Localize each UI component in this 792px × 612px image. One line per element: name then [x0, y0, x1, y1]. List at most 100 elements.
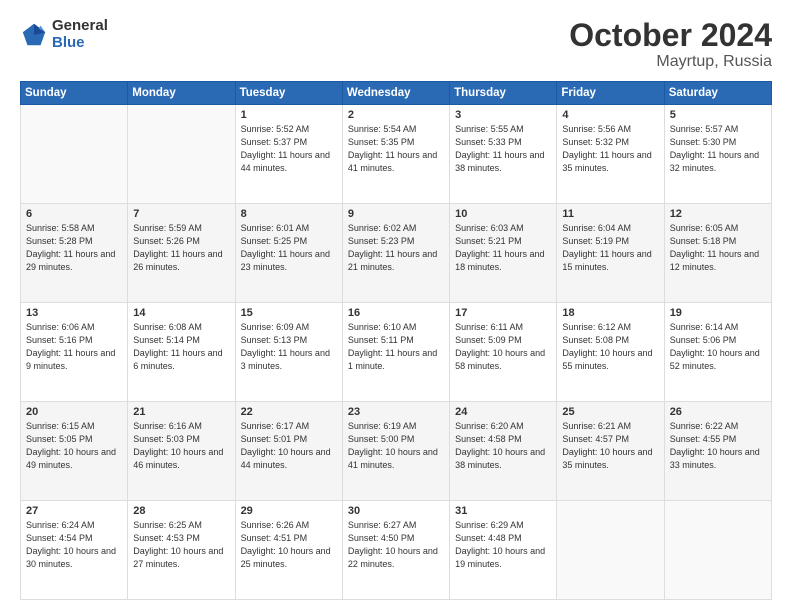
day-number: 29 [241, 505, 337, 517]
calendar-cell: 14 Sunrise: 6:08 AM Sunset: 5:14 PM Dayli… [128, 303, 235, 402]
calendar-cell: 29Sunrise: 6:26 AM Sunset: 4:51 PM Dayli… [235, 501, 342, 600]
calendar-cell: 15 Sunrise: 6:09 AM Sunset: 5:13 PM Dayli… [235, 303, 342, 402]
day-info: Sunrise: 6:09 AM Sunset: 5:13 PM Dayligh… [241, 321, 337, 373]
calendar-cell [557, 501, 664, 600]
calendar-table: SundayMondayTuesdayWednesdayThursdayFrid… [20, 81, 772, 600]
day-number: 5 [670, 109, 766, 121]
day-info: Sunrise: 6:06 AM Sunset: 5:16 PM Dayligh… [26, 321, 122, 373]
weekday-header: Sunday [21, 82, 128, 105]
calendar-cell [21, 105, 128, 204]
calendar-cell: 26 Sunrise: 6:22 AM Sunset: 4:55 PM Dayli… [664, 402, 771, 501]
day-info: Sunrise: 6:14 AM Sunset: 5:06 PM Dayligh… [670, 321, 766, 373]
weekday-header: Wednesday [342, 82, 449, 105]
day-info: Sunrise: 5:58 AM Sunset: 5:28 PM Dayligh… [26, 222, 122, 274]
day-info: Sunrise: 6:16 AM Sunset: 5:03 PM Dayligh… [133, 420, 229, 472]
day-number: 31 [455, 505, 551, 517]
day-info: Sunrise: 6:01 AM Sunset: 5:25 PM Dayligh… [241, 222, 337, 274]
calendar-cell: 27 Sunrise: 6:24 AM Sunset: 4:54 PM Dayli… [21, 501, 128, 600]
day-info: Sunrise: 6:17 AM Sunset: 5:01 PM Dayligh… [241, 420, 337, 472]
day-info: Sunrise: 6:27 AM Sunset: 4:50 PM Dayligh… [348, 519, 444, 571]
day-number: 10 [455, 208, 551, 220]
day-info: Sunrise: 6:04 AM Sunset: 5:19 PM Dayligh… [562, 222, 658, 274]
calendar-cell: 12Sunrise: 6:05 AM Sunset: 5:18 PM Dayli… [664, 204, 771, 303]
day-number: 7 [133, 208, 229, 220]
calendar-week-row: 13 Sunrise: 6:06 AM Sunset: 5:16 PM Dayli… [21, 303, 772, 402]
day-info: Sunrise: 6:21 AM Sunset: 4:57 PM Dayligh… [562, 420, 658, 472]
weekday-header-row: SundayMondayTuesdayWednesdayThursdayFrid… [21, 82, 772, 105]
day-number: 15 [241, 307, 337, 319]
day-number: 19 [670, 307, 766, 319]
logo-blue-text: Blue [52, 35, 108, 52]
day-number: 6 [26, 208, 122, 220]
day-info: Sunrise: 6:10 AM Sunset: 5:11 PM Dayligh… [348, 321, 444, 373]
calendar-cell: 20Sunrise: 6:15 AM Sunset: 5:05 PM Dayli… [21, 402, 128, 501]
calendar-week-row: 1 Sunrise: 5:52 AM Sunset: 5:37 PM Daylig… [21, 105, 772, 204]
day-number: 12 [670, 208, 766, 220]
day-number: 23 [348, 406, 444, 418]
day-number: 3 [455, 109, 551, 121]
title-block: October 2024 Mayrtup, Russia [569, 18, 772, 71]
calendar-cell [664, 501, 771, 600]
day-number: 22 [241, 406, 337, 418]
calendar-cell: 6 Sunrise: 5:58 AM Sunset: 5:28 PM Daylig… [21, 204, 128, 303]
weekday-header: Thursday [450, 82, 557, 105]
day-number: 8 [241, 208, 337, 220]
calendar-cell: 11 Sunrise: 6:04 AM Sunset: 5:19 PM Dayli… [557, 204, 664, 303]
day-number: 28 [133, 505, 229, 517]
day-number: 11 [562, 208, 658, 220]
calendar-cell: 30Sunrise: 6:27 AM Sunset: 4:50 PM Dayli… [342, 501, 449, 600]
day-number: 26 [670, 406, 766, 418]
day-number: 24 [455, 406, 551, 418]
calendar-week-row: 20Sunrise: 6:15 AM Sunset: 5:05 PM Dayli… [21, 402, 772, 501]
day-info: Sunrise: 6:22 AM Sunset: 4:55 PM Dayligh… [670, 420, 766, 472]
day-info: Sunrise: 6:25 AM Sunset: 4:53 PM Dayligh… [133, 519, 229, 571]
calendar-cell: 18Sunrise: 6:12 AM Sunset: 5:08 PM Dayli… [557, 303, 664, 402]
day-info: Sunrise: 6:11 AM Sunset: 5:09 PM Dayligh… [455, 321, 551, 373]
calendar-cell: 9 Sunrise: 6:02 AM Sunset: 5:23 PM Daylig… [342, 204, 449, 303]
calendar-cell: 16 Sunrise: 6:10 AM Sunset: 5:11 PM Dayli… [342, 303, 449, 402]
day-info: Sunrise: 5:59 AM Sunset: 5:26 PM Dayligh… [133, 222, 229, 274]
day-number: 2 [348, 109, 444, 121]
weekday-header: Friday [557, 82, 664, 105]
day-info: Sunrise: 6:02 AM Sunset: 5:23 PM Dayligh… [348, 222, 444, 274]
day-number: 1 [241, 109, 337, 121]
day-number: 14 [133, 307, 229, 319]
calendar-cell: 31Sunrise: 6:29 AM Sunset: 4:48 PM Dayli… [450, 501, 557, 600]
calendar-cell [128, 105, 235, 204]
day-number: 21 [133, 406, 229, 418]
logo-text: General Blue [52, 18, 108, 51]
logo-icon [20, 21, 48, 49]
calendar-cell: 7 Sunrise: 5:59 AM Sunset: 5:26 PM Daylig… [128, 204, 235, 303]
logo: General Blue [20, 18, 108, 51]
day-info: Sunrise: 5:57 AM Sunset: 5:30 PM Dayligh… [670, 123, 766, 175]
calendar-cell: 19 Sunrise: 6:14 AM Sunset: 5:06 PM Dayli… [664, 303, 771, 402]
calendar-cell: 21 Sunrise: 6:16 AM Sunset: 5:03 PM Dayli… [128, 402, 235, 501]
day-number: 13 [26, 307, 122, 319]
calendar-cell: 2 Sunrise: 5:54 AM Sunset: 5:35 PM Daylig… [342, 105, 449, 204]
day-number: 4 [562, 109, 658, 121]
day-number: 17 [455, 307, 551, 319]
calendar-cell: 13 Sunrise: 6:06 AM Sunset: 5:16 PM Dayli… [21, 303, 128, 402]
weekday-header: Monday [128, 82, 235, 105]
day-number: 9 [348, 208, 444, 220]
calendar-cell: 22 Sunrise: 6:17 AM Sunset: 5:01 PM Dayli… [235, 402, 342, 501]
weekday-header: Saturday [664, 82, 771, 105]
day-info: Sunrise: 5:52 AM Sunset: 5:37 PM Dayligh… [241, 123, 337, 175]
day-number: 20 [26, 406, 122, 418]
calendar-cell: 25Sunrise: 6:21 AM Sunset: 4:57 PM Dayli… [557, 402, 664, 501]
calendar-week-row: 27 Sunrise: 6:24 AM Sunset: 4:54 PM Dayli… [21, 501, 772, 600]
calendar-cell: 8 Sunrise: 6:01 AM Sunset: 5:25 PM Daylig… [235, 204, 342, 303]
day-info: Sunrise: 6:08 AM Sunset: 5:14 PM Dayligh… [133, 321, 229, 373]
day-info: Sunrise: 6:24 AM Sunset: 4:54 PM Dayligh… [26, 519, 122, 571]
day-info: Sunrise: 6:20 AM Sunset: 4:58 PM Dayligh… [455, 420, 551, 472]
calendar-cell: 17 Sunrise: 6:11 AM Sunset: 5:09 PM Dayli… [450, 303, 557, 402]
calendar-cell: 23Sunrise: 6:19 AM Sunset: 5:00 PM Dayli… [342, 402, 449, 501]
page: General Blue October 2024 Mayrtup, Russi… [0, 0, 792, 612]
day-number: 16 [348, 307, 444, 319]
day-info: Sunrise: 5:54 AM Sunset: 5:35 PM Dayligh… [348, 123, 444, 175]
calendar-cell: 4Sunrise: 5:56 AM Sunset: 5:32 PM Daylig… [557, 105, 664, 204]
day-info: Sunrise: 5:55 AM Sunset: 5:33 PM Dayligh… [455, 123, 551, 175]
day-number: 27 [26, 505, 122, 517]
calendar-cell: 24 Sunrise: 6:20 AM Sunset: 4:58 PM Dayli… [450, 402, 557, 501]
calendar-cell: 5 Sunrise: 5:57 AM Sunset: 5:30 PM Daylig… [664, 105, 771, 204]
